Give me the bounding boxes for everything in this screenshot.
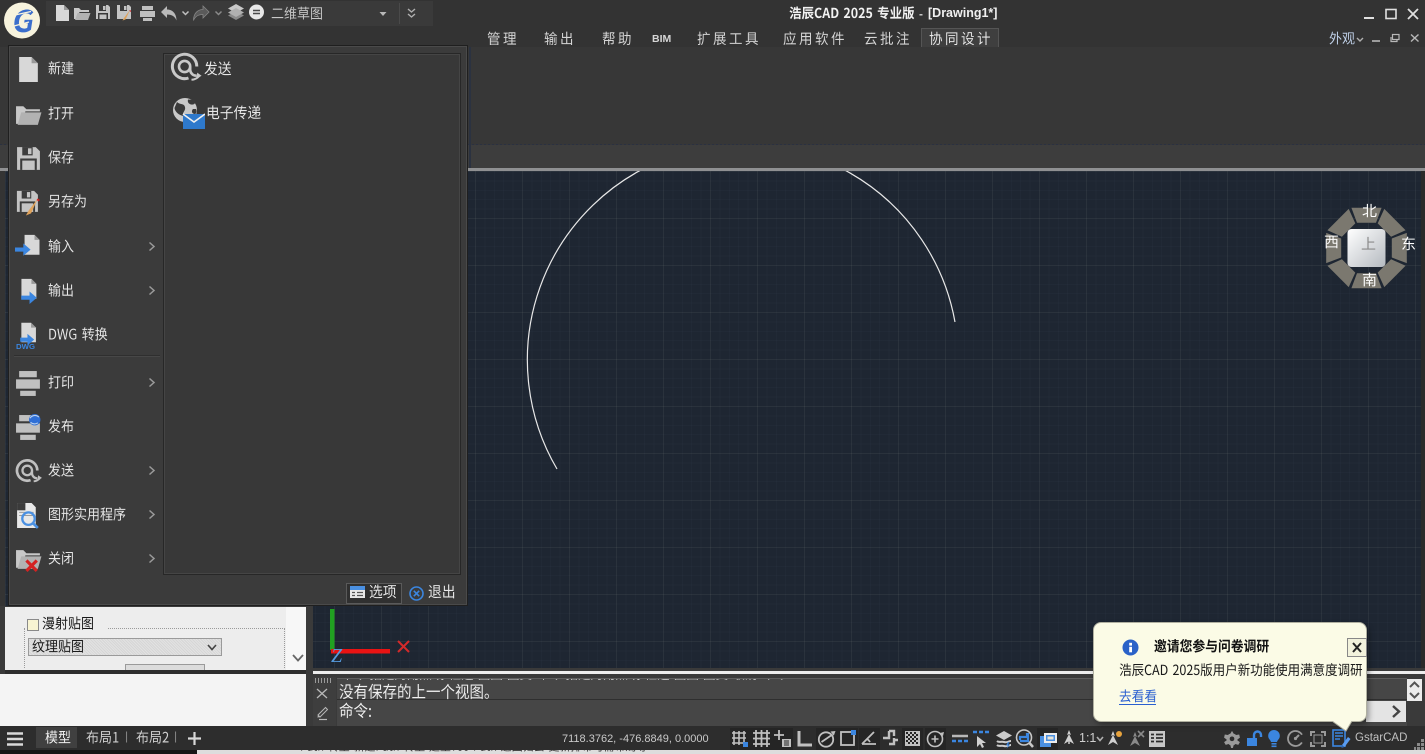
svg-text:Z: Z bbox=[331, 645, 343, 667]
svg-text:DWG: DWG bbox=[16, 342, 35, 349]
